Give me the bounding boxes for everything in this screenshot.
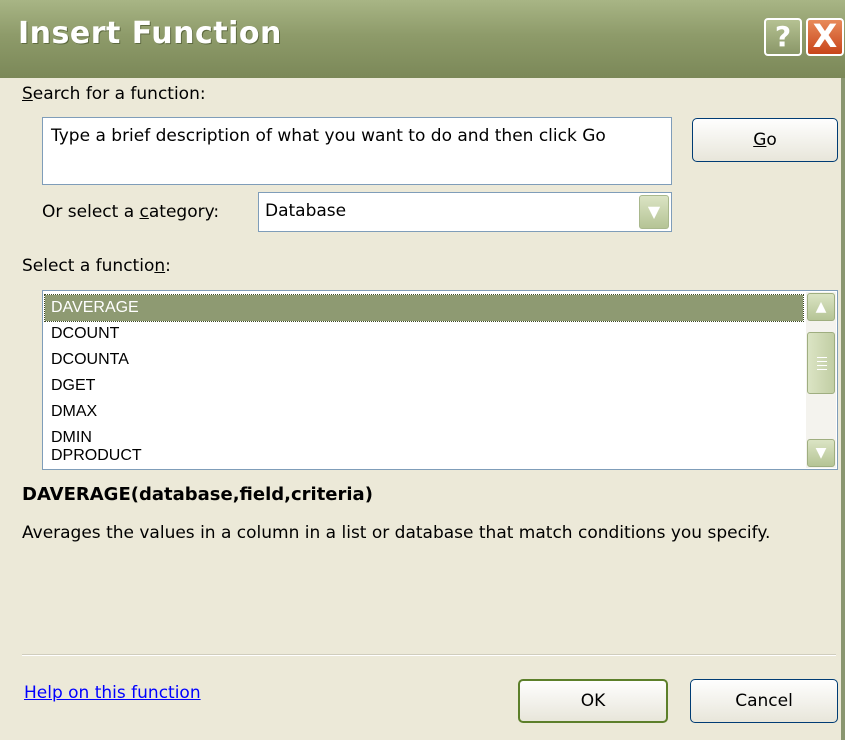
- function-description: Averages the values in a column in a lis…: [22, 523, 771, 543]
- title-bar[interactable]: Insert Function ? X: [0, 0, 845, 78]
- list-item[interactable]: DGET: [45, 373, 803, 399]
- help-link[interactable]: Help on this function: [24, 683, 201, 703]
- list-scrollbar[interactable]: ▲ ▼: [806, 292, 836, 468]
- chevron-down-icon[interactable]: ▼: [639, 195, 669, 229]
- help-icon[interactable]: ?: [764, 18, 802, 56]
- cancel-button[interactable]: Cancel: [690, 679, 838, 723]
- list-item[interactable]: DCOUNTA: [45, 347, 803, 373]
- search-input[interactable]: Type a brief description of what you wan…: [42, 117, 672, 185]
- category-label: Or select a category:: [42, 202, 220, 222]
- scroll-up-icon[interactable]: ▲: [807, 293, 835, 321]
- list-item[interactable]: DMAX: [45, 399, 803, 425]
- window-title: Insert Function: [18, 16, 282, 51]
- go-button[interactable]: Go: [692, 118, 838, 162]
- function-syntax: DAVERAGE(database,field,criteria): [22, 484, 373, 505]
- close-icon[interactable]: X: [806, 18, 844, 56]
- scroll-down-icon[interactable]: ▼: [807, 439, 835, 467]
- list-item[interactable]: DAVERAGE: [44, 294, 804, 322]
- list-item[interactable]: DPRODUCT: [45, 443, 803, 469]
- insert-function-dialog: Insert Function ? X Search for a functio…: [0, 0, 845, 740]
- ok-button[interactable]: OK: [518, 679, 668, 723]
- list-item[interactable]: DCOUNT: [45, 321, 803, 347]
- separator: [22, 654, 836, 656]
- category-selected-value: Database: [265, 201, 347, 221]
- scroll-thumb[interactable]: [807, 332, 835, 394]
- category-select[interactable]: Database ▼: [258, 192, 672, 232]
- function-list-label: Select a function:: [22, 256, 171, 276]
- search-label: Search for a function:: [22, 84, 206, 104]
- function-list[interactable]: DAVERAGE DCOUNT DCOUNTA DGET DMAX DMIN D…: [42, 290, 838, 470]
